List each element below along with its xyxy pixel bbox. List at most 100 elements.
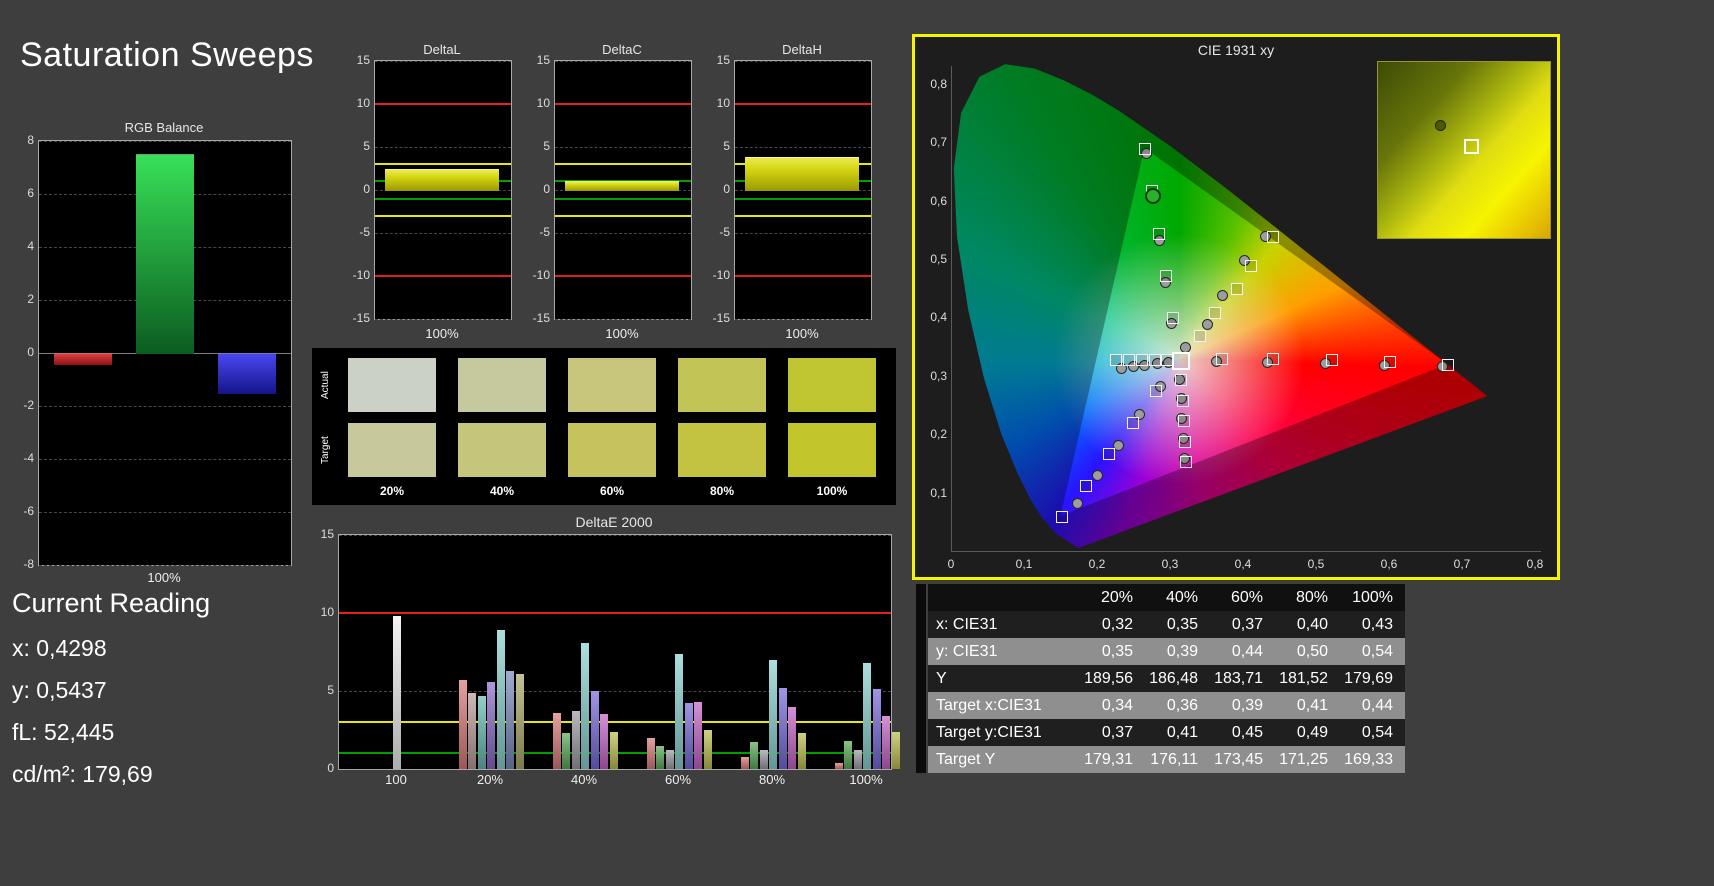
swatch-target	[788, 423, 876, 477]
rgb-axis-tick: 8	[27, 133, 34, 147]
table-header-cell: 20%	[1100, 588, 1133, 606]
de-bar	[759, 750, 768, 769]
table-cell: 0,41	[1296, 696, 1328, 714]
de-ref-line	[339, 721, 891, 724]
cie-target-point	[1178, 415, 1191, 428]
cie-x-tick: 0,3	[1161, 557, 1179, 571]
table-cell: 183,71	[1214, 669, 1263, 687]
delta-chart-title: DeltaC	[602, 42, 642, 57]
delta-axis-tick: -15	[532, 311, 550, 325]
delta-axis-tick: 5	[363, 139, 370, 153]
table-row: Target y:CIE31 0,37 0,41 0,45 0,49 0,54	[928, 719, 1405, 746]
swatch-target	[678, 423, 766, 477]
swatch-target	[458, 423, 546, 477]
de-bar	[675, 653, 683, 769]
delta-axis-tick: 10	[716, 96, 730, 110]
table-row-label: Target Y	[936, 750, 996, 768]
inset-measured-point	[1434, 120, 1446, 132]
table-cell: 0,54	[1361, 723, 1393, 741]
delta-ref-line	[375, 275, 511, 277]
delta-axis-tick: -5	[719, 225, 730, 239]
de-bar	[863, 662, 871, 769]
delta-axis-tick: -10	[712, 268, 730, 282]
cie-y-tick: 0,2	[930, 427, 947, 442]
delta-grid-line	[735, 233, 871, 234]
table-header-cell: 80%	[1295, 588, 1328, 606]
de-bar	[646, 737, 655, 769]
de-bar	[797, 733, 806, 769]
delta-axis-tick: -15	[352, 311, 370, 325]
table-row: Target Y 179,31 176,11 173,45 171,25 169,33	[928, 746, 1405, 773]
cie-x-tick: 0,1	[1015, 557, 1033, 571]
delta-ref-line	[555, 197, 691, 200]
table-cell: 0,36	[1166, 696, 1198, 714]
cie-y-tick: 0,7	[930, 135, 947, 150]
cie-target-point	[1148, 353, 1161, 366]
delta-grid-line	[735, 319, 871, 320]
rgb-grid-line	[39, 459, 291, 460]
delta-grid-line	[375, 61, 511, 62]
delta-x-label: 100%	[605, 326, 639, 341]
deltae2000-plot	[338, 534, 900, 770]
delta-grid-line	[375, 147, 511, 148]
current-reading-title: Current Reading	[12, 588, 211, 618]
rgb-balance-chart[interactable]: RGB Balance 100% 8 6 4 2 0 -2 -4 -6 -8	[8, 120, 300, 592]
delta-grid-line	[735, 147, 871, 148]
de-bar	[552, 712, 561, 769]
deltae2000-chart[interactable]: DeltaE 2000 15 10 5 0 100 20% 40% 60% 80% 100%	[312, 514, 900, 800]
table-cell: 0,35	[1101, 642, 1133, 660]
delta-chart-deltah[interactable]: DeltaH 15 10 5 0 -5 -10 -15 100%	[706, 42, 872, 346]
current-reading-value: cd/m²: 179,69	[12, 761, 153, 787]
delta-ref-line	[735, 103, 871, 105]
cie-target-point	[1127, 416, 1140, 429]
cie-target-point	[1176, 394, 1189, 407]
rgb-axis-tick: -6	[23, 504, 34, 518]
de-axis-tick: 15	[320, 527, 334, 541]
delta-grid-line	[375, 319, 511, 320]
table-cell: 0,50	[1296, 642, 1328, 660]
de-bar	[581, 642, 589, 769]
cie-target-point	[1159, 269, 1172, 282]
rgb-bar-blue	[218, 353, 276, 394]
rgb-axis-tick: -2	[23, 398, 34, 412]
delta-chart-deltal[interactable]: DeltaL 15 10 5 0 -5 -10 -15 100%	[346, 42, 512, 346]
deltae2000-title: DeltaE 2000	[575, 514, 653, 530]
cie-x-tick: 0,5	[1307, 557, 1325, 571]
table-cell: 179,69	[1344, 669, 1393, 687]
cie-y-tick: 0,3	[930, 368, 947, 383]
delta-axis-tick: -10	[352, 268, 370, 282]
delta-chart-title: DeltaH	[782, 42, 822, 57]
delta-chart-deltac[interactable]: DeltaC 15 10 5 0 -5 -10 -15 100%	[526, 42, 692, 346]
delta-axis-tick: -15	[712, 311, 730, 325]
cie-x-axis	[951, 551, 1541, 552]
delta-chart-title: DeltaL	[423, 42, 461, 57]
cie-target-point	[1150, 385, 1163, 398]
cie-target-point	[1102, 448, 1115, 461]
delta-ref-line	[555, 103, 691, 105]
cie-target-point	[1208, 306, 1221, 319]
cie-target-point	[1194, 329, 1207, 342]
de-bar	[656, 745, 664, 769]
table-row-label: Target x:CIE31	[936, 696, 1042, 714]
rgb-grid-line	[39, 565, 291, 566]
table-row-label: y: CIE31	[936, 642, 998, 660]
de-bar	[750, 742, 758, 769]
delta-grid-line	[735, 61, 871, 62]
delta-x-label: 100%	[425, 326, 459, 341]
de-bar	[515, 673, 524, 769]
table-row: Y 189,56 186,48 183,71 181,52 179,69	[928, 665, 1405, 692]
swatch-comparison: Actual Target 20% 40% 60% 80% 100%	[312, 348, 896, 505]
swatch-col-label: 80%	[709, 484, 735, 498]
cie-y-tick: 0,5	[930, 252, 947, 266]
swatch-col-label: 20%	[379, 484, 405, 498]
cie-diagram[interactable]: CIE 1931 xy 0 0,1 0,2 0,3 0,4 0,5 0,6 0,7 0,8 0,1…	[912, 34, 1560, 580]
table-cell: 176,11	[1150, 750, 1198, 768]
delta-ref-line	[555, 275, 691, 277]
delta-ref-line	[555, 163, 691, 166]
cie-target-point	[1267, 230, 1280, 243]
cie-target-point	[1152, 227, 1165, 240]
rgb-grid-line	[39, 406, 291, 407]
measurement-table: 20% 40% 60% 80% 100% x: CIE31 0,32 0,35 0,37 0,40…	[928, 584, 1405, 773]
swatch-actual	[678, 358, 766, 412]
table-row-label: Target y:CIE31	[936, 723, 1042, 741]
